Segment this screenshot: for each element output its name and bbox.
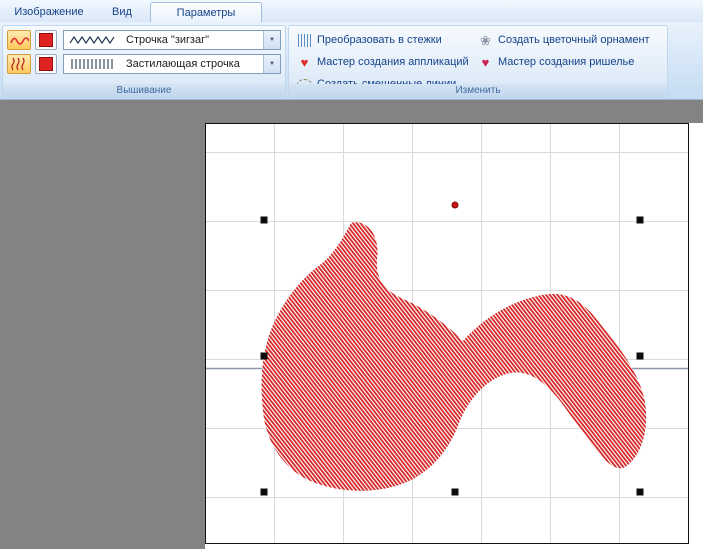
convert-to-stitches-button[interactable]: Преобразовать в стежки — [294, 31, 445, 49]
handle-top-right[interactable] — [637, 217, 644, 224]
button-label: Преобразовать в стежки — [317, 34, 442, 46]
group-caption-embroidery: Вышивание — [3, 84, 285, 97]
ribbon-tab-bar: Изображение Вид Параметры — [0, 0, 703, 22]
zigzag-stitch-combobox[interactable]: Строчка "зигзаг" ▼ — [63, 30, 281, 50]
fill-color-swatch-button[interactable] — [35, 54, 57, 74]
application-window: Изображение Вид Параметры Стро — [0, 0, 703, 549]
zigzag-mode-button[interactable] — [7, 30, 31, 50]
tab-image[interactable]: Изображение — [4, 2, 94, 22]
stitch-lines-icon — [297, 33, 312, 47]
applique-heart-icon: ♥ — [297, 55, 312, 69]
red-color-swatch — [39, 33, 53, 47]
outline-color-swatch-button[interactable] — [35, 30, 57, 50]
button-label: Мастер создания аппликаций — [317, 56, 469, 68]
chevron-down-icon[interactable]: ▼ — [263, 55, 280, 73]
fill-wave-icon — [9, 57, 29, 71]
ribbon-group-embroidery: Строчка "зигзаг" ▼ Застилающая строчка — [2, 25, 286, 98]
zigzag-stitch-preview — [69, 35, 117, 45]
handle-bottom-right[interactable] — [637, 489, 644, 496]
group-caption-modify: Изменить — [289, 84, 667, 97]
flower-ornament-icon: ❀ — [478, 33, 493, 47]
button-label: Создать цветочный орнамент — [498, 34, 650, 46]
stitch-start-point[interactable] — [452, 202, 458, 208]
richelieu-wizard-button[interactable]: ♥ Мастер создания ришелье — [475, 53, 637, 71]
handle-top-left[interactable] — [261, 217, 268, 224]
fill-stitch-preview — [69, 58, 117, 70]
applique-wizard-button[interactable]: ♥ Мастер создания аппликаций — [294, 53, 472, 71]
handle-mid-left[interactable] — [261, 353, 268, 360]
satin-border-stitches — [262, 222, 646, 490]
zigzag-wave-icon — [9, 33, 29, 47]
design-canvas[interactable] — [205, 123, 703, 549]
chevron-down-icon[interactable]: ▼ — [263, 31, 280, 49]
red-color-swatch — [39, 57, 53, 71]
fill-stitch-combobox[interactable]: Застилающая строчка ▼ — [63, 54, 281, 74]
workspace-margin-left — [0, 100, 205, 549]
button-label: Мастер создания ришелье — [498, 56, 634, 68]
handle-mid-right[interactable] — [637, 353, 644, 360]
richelieu-heart-icon: ♥ — [478, 55, 493, 69]
design-canvas-svg — [205, 123, 703, 549]
fill-stitch-label: Застилающая строчка — [126, 58, 263, 70]
tab-view[interactable]: Вид — [98, 2, 146, 22]
handle-bottom-center[interactable] — [452, 489, 459, 496]
create-floral-ornament-button[interactable]: ❀ Создать цветочный орнамент — [475, 31, 653, 49]
zigzag-stitch-label: Строчка "зигзаг" — [126, 34, 263, 46]
ribbon: Строчка "зигзаг" ▼ Застилающая строчка — [0, 22, 703, 100]
handle-bottom-left[interactable] — [261, 489, 268, 496]
fill-mode-button[interactable] — [7, 54, 31, 74]
tab-parameters[interactable]: Параметры — [150, 2, 262, 23]
ribbon-group-modify: Преобразовать в стежки ❀ Создать цветочн… — [288, 25, 668, 98]
embroidery-object[interactable] — [262, 222, 646, 490]
